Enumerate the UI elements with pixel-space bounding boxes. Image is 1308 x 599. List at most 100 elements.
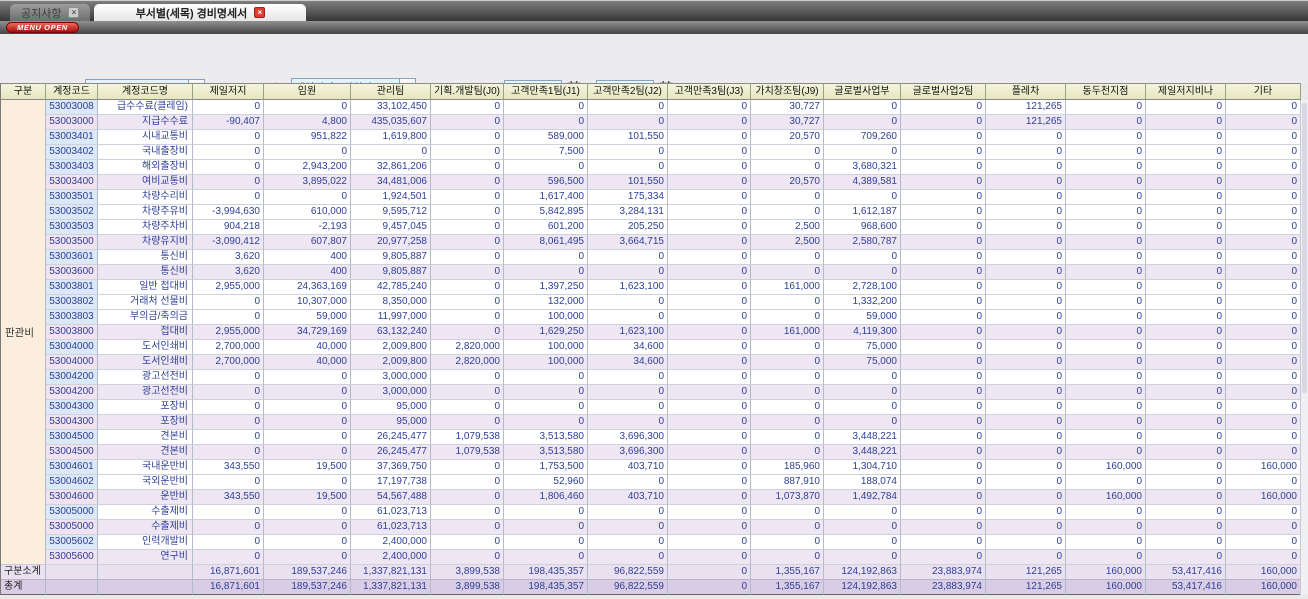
value-cell: 0 bbox=[668, 175, 751, 190]
menu-open-button[interactable]: MENU OPEN bbox=[6, 22, 79, 33]
value-cell: 0 bbox=[1146, 550, 1226, 565]
table-row[interactable]: 53004602 국외운반비 0 0 17,197,738 0 52,960 0 0 887,91… bbox=[46, 475, 1301, 490]
table-row[interactable]: 53005000 수출제비 0 0 61,023,713 0 0 0 0 0 0 0 0 0 0 0 bbox=[46, 520, 1301, 535]
expense-table: 구분 계정코드 계정코드명 제일저지 임원 관리팀 기획.개발팀(J0) 고객만족1팀(J1)… bbox=[0, 83, 1301, 595]
value-cell: 0 bbox=[986, 310, 1066, 325]
value-cell: 96,822,559 bbox=[588, 580, 668, 595]
value-cell: 0 bbox=[1226, 160, 1301, 175]
table-row[interactable]: 53003008 급수수료(클레임) 0 0 33,102,450 0 0 0 0 30,727 0… bbox=[46, 100, 1301, 115]
value-cell: 0 bbox=[901, 490, 986, 505]
value-cell: 0 bbox=[901, 535, 986, 550]
table-row[interactable]: 53003600 통신비 3,620 400 9,805,887 0 0 0 0 0 0 0 0 0 0 0 bbox=[46, 265, 1301, 280]
value-cell: 0 bbox=[986, 550, 1066, 565]
scrollbar-thumb[interactable] bbox=[1302, 103, 1307, 393]
table-row[interactable]: 53004200 광고선전비 0 0 3,000,000 0 0 0 0 0 0 0 0 0 0 0 bbox=[46, 370, 1301, 385]
table-row[interactable]: 53003601 통신비 3,620 400 9,805,887 0 0 0 0 0 0 0 0 0 0 0 bbox=[46, 250, 1301, 265]
value-cell: 2,400,000 bbox=[351, 550, 431, 565]
value-cell: 161,000 bbox=[751, 280, 824, 295]
value-cell: 0 bbox=[431, 190, 504, 205]
value-cell: 2,700,000 bbox=[193, 355, 264, 370]
value-cell: 20,570 bbox=[751, 175, 824, 190]
value-cell: 0 bbox=[1226, 355, 1301, 370]
table-row[interactable]: 53004300 포장비 0 0 95,000 0 0 0 0 0 0 0 0 0 0 0 bbox=[46, 415, 1301, 430]
column-header: 임원 bbox=[264, 83, 351, 100]
table-row[interactable]: 53004000 도서인쇄비 2,700,000 40,000 2,009,800 2,8… bbox=[46, 355, 1301, 370]
value-cell: 0 bbox=[986, 505, 1066, 520]
value-cell: 0 bbox=[431, 280, 504, 295]
value-cell: 0 bbox=[431, 460, 504, 475]
value-cell: 0 bbox=[1146, 130, 1226, 145]
value-cell: 0 bbox=[1146, 265, 1226, 280]
table-row[interactable]: 53003000 지급수수료 -90,407 4,800 435,035,607 0 0 0 0… bbox=[46, 115, 1301, 130]
table-row[interactable]: 53003500 차량유지비 -3,090,412 607,807 20,977,258… bbox=[46, 235, 1301, 250]
table-row[interactable]: 53005602 인력개발비 0 0 2,400,000 0 0 0 0 0 0 0 0 0 0 0 bbox=[46, 535, 1301, 550]
value-cell: 0 bbox=[986, 535, 1066, 550]
table-row[interactable]: 53004601 국내운반비 343,550 19,500 37,369,750 0 1,7… bbox=[46, 460, 1301, 475]
value-cell: 61,023,713 bbox=[351, 520, 431, 535]
value-cell: 0 bbox=[751, 310, 824, 325]
value-cell: 0 bbox=[751, 385, 824, 400]
value-cell: 904,218 bbox=[193, 220, 264, 235]
table-row[interactable]: 53004600 운반비 343,550 19,500 54,567,488 0 1,806… bbox=[46, 490, 1301, 505]
value-cell: 0 bbox=[986, 415, 1066, 430]
table-row[interactable]: 53003501 차량수리비 0 0 1,924,501 0 1,617,400 175,33… bbox=[46, 190, 1301, 205]
value-cell: 0 bbox=[901, 100, 986, 115]
value-cell: 0 bbox=[1066, 250, 1146, 265]
table-row[interactable]: 53003400 여비교통비 0 3,895,022 34,481,006 0 596,50… bbox=[46, 175, 1301, 190]
table-row[interactable]: 53003403 해외출장비 0 2,943,200 32,861,206 0 0 0 0 0 3,… bbox=[46, 160, 1301, 175]
column-header: 가치창조팀(J9) bbox=[751, 83, 824, 100]
value-cell: 0 bbox=[986, 370, 1066, 385]
table-row[interactable]: 53003800 접대비 2,955,000 34,729,169 63,132,240… bbox=[46, 325, 1301, 340]
table-row[interactable]: 53004500 견본비 0 0 26,245,477 1,079,538 3,513,58… bbox=[46, 445, 1301, 460]
tab-expense-report[interactable]: 부서별(세목) 경비명세서 × bbox=[94, 4, 307, 21]
value-cell: 0 bbox=[668, 190, 751, 205]
value-cell: 951,822 bbox=[264, 130, 351, 145]
account-name-cell: 연구비 bbox=[98, 550, 193, 565]
table-row[interactable]: 53003402 국내출장비 0 0 0 0 7,500 0 0 0 0 0 0 0 0 0 bbox=[46, 145, 1301, 160]
value-cell: 2,500 bbox=[751, 220, 824, 235]
value-cell: 0 bbox=[431, 265, 504, 280]
table-row[interactable]: 53003803 부의금/축의금 0 59,000 11,997,000 0 100,000… bbox=[46, 310, 1301, 325]
column-header: 계정코드 bbox=[46, 83, 98, 100]
value-cell: 0 bbox=[1066, 235, 1146, 250]
table-row[interactable]: 53003801 일반 접대비 2,955,000 24,363,169 42,785,… bbox=[46, 280, 1301, 295]
value-cell: 0 bbox=[193, 550, 264, 565]
empty-cell bbox=[98, 580, 193, 595]
table-row[interactable]: 53004200 광고선전비 0 0 3,000,000 0 0 0 0 0 0 0 0 0 0 0 bbox=[46, 385, 1301, 400]
close-icon[interactable]: × bbox=[68, 7, 80, 18]
value-cell: 0 bbox=[588, 160, 668, 175]
table-row[interactable]: 53004500 견본비 0 0 26,245,477 1,079,538 3,513,58… bbox=[46, 430, 1301, 445]
table-row[interactable]: 53003502 차량주유비 -3,994,630 610,000 9,595,712 0… bbox=[46, 205, 1301, 220]
table-row[interactable]: 53004300 포장비 0 0 95,000 0 0 0 0 0 0 0 0 0 0 0 bbox=[46, 400, 1301, 415]
value-cell: 0 bbox=[431, 115, 504, 130]
table-row[interactable]: 53003401 시내교통비 0 951,822 1,619,800 0 589,000 10… bbox=[46, 130, 1301, 145]
table-row[interactable]: 53005000 수출제비 0 0 61,023,713 0 0 0 0 0 0 0 0 0 0 0 bbox=[46, 505, 1301, 520]
tab-notice[interactable]: 공지사항 × bbox=[10, 4, 91, 21]
column-header: 제일저지비나 bbox=[1146, 83, 1226, 100]
value-cell: 0 bbox=[588, 505, 668, 520]
value-cell: 0 bbox=[431, 160, 504, 175]
table-row[interactable]: 53003802 거래처 선물비 0 10,307,000 8,350,000 0 132,… bbox=[46, 295, 1301, 310]
account-code-cell: 53003800 bbox=[46, 325, 98, 340]
value-cell: 0 bbox=[986, 250, 1066, 265]
value-cell: 160,000 bbox=[1226, 460, 1301, 475]
value-cell: 0 bbox=[588, 400, 668, 415]
value-cell: 0 bbox=[1146, 505, 1226, 520]
value-cell: 160,000 bbox=[1066, 580, 1146, 595]
value-cell: 0 bbox=[901, 385, 986, 400]
value-cell: 95,000 bbox=[351, 400, 431, 415]
table-row[interactable]: 53004000 도서인쇄비 2,700,000 40,000 2,009,800 2,8… bbox=[46, 340, 1301, 355]
vertical-scrollbar[interactable] bbox=[1300, 100, 1308, 595]
value-cell: 0 bbox=[986, 280, 1066, 295]
value-cell: 0 bbox=[431, 370, 504, 385]
value-cell: 0 bbox=[668, 205, 751, 220]
close-icon[interactable]: × bbox=[254, 7, 266, 18]
value-cell: 0 bbox=[1146, 520, 1226, 535]
account-name-cell: 차량주차비 bbox=[98, 220, 193, 235]
tab-notice-label: 공지사항 bbox=[21, 7, 62, 20]
value-cell: 189,537,246 bbox=[264, 580, 351, 595]
table-row[interactable]: 53005600 연구비 0 0 2,400,000 0 0 0 0 0 0 0 0 0 0 0 bbox=[46, 550, 1301, 565]
table-row[interactable]: 53003503 차량주차비 904,218 -2,193 9,457,045 0 601,… bbox=[46, 220, 1301, 235]
value-cell: 0 bbox=[901, 325, 986, 340]
value-cell: 0 bbox=[1226, 175, 1301, 190]
